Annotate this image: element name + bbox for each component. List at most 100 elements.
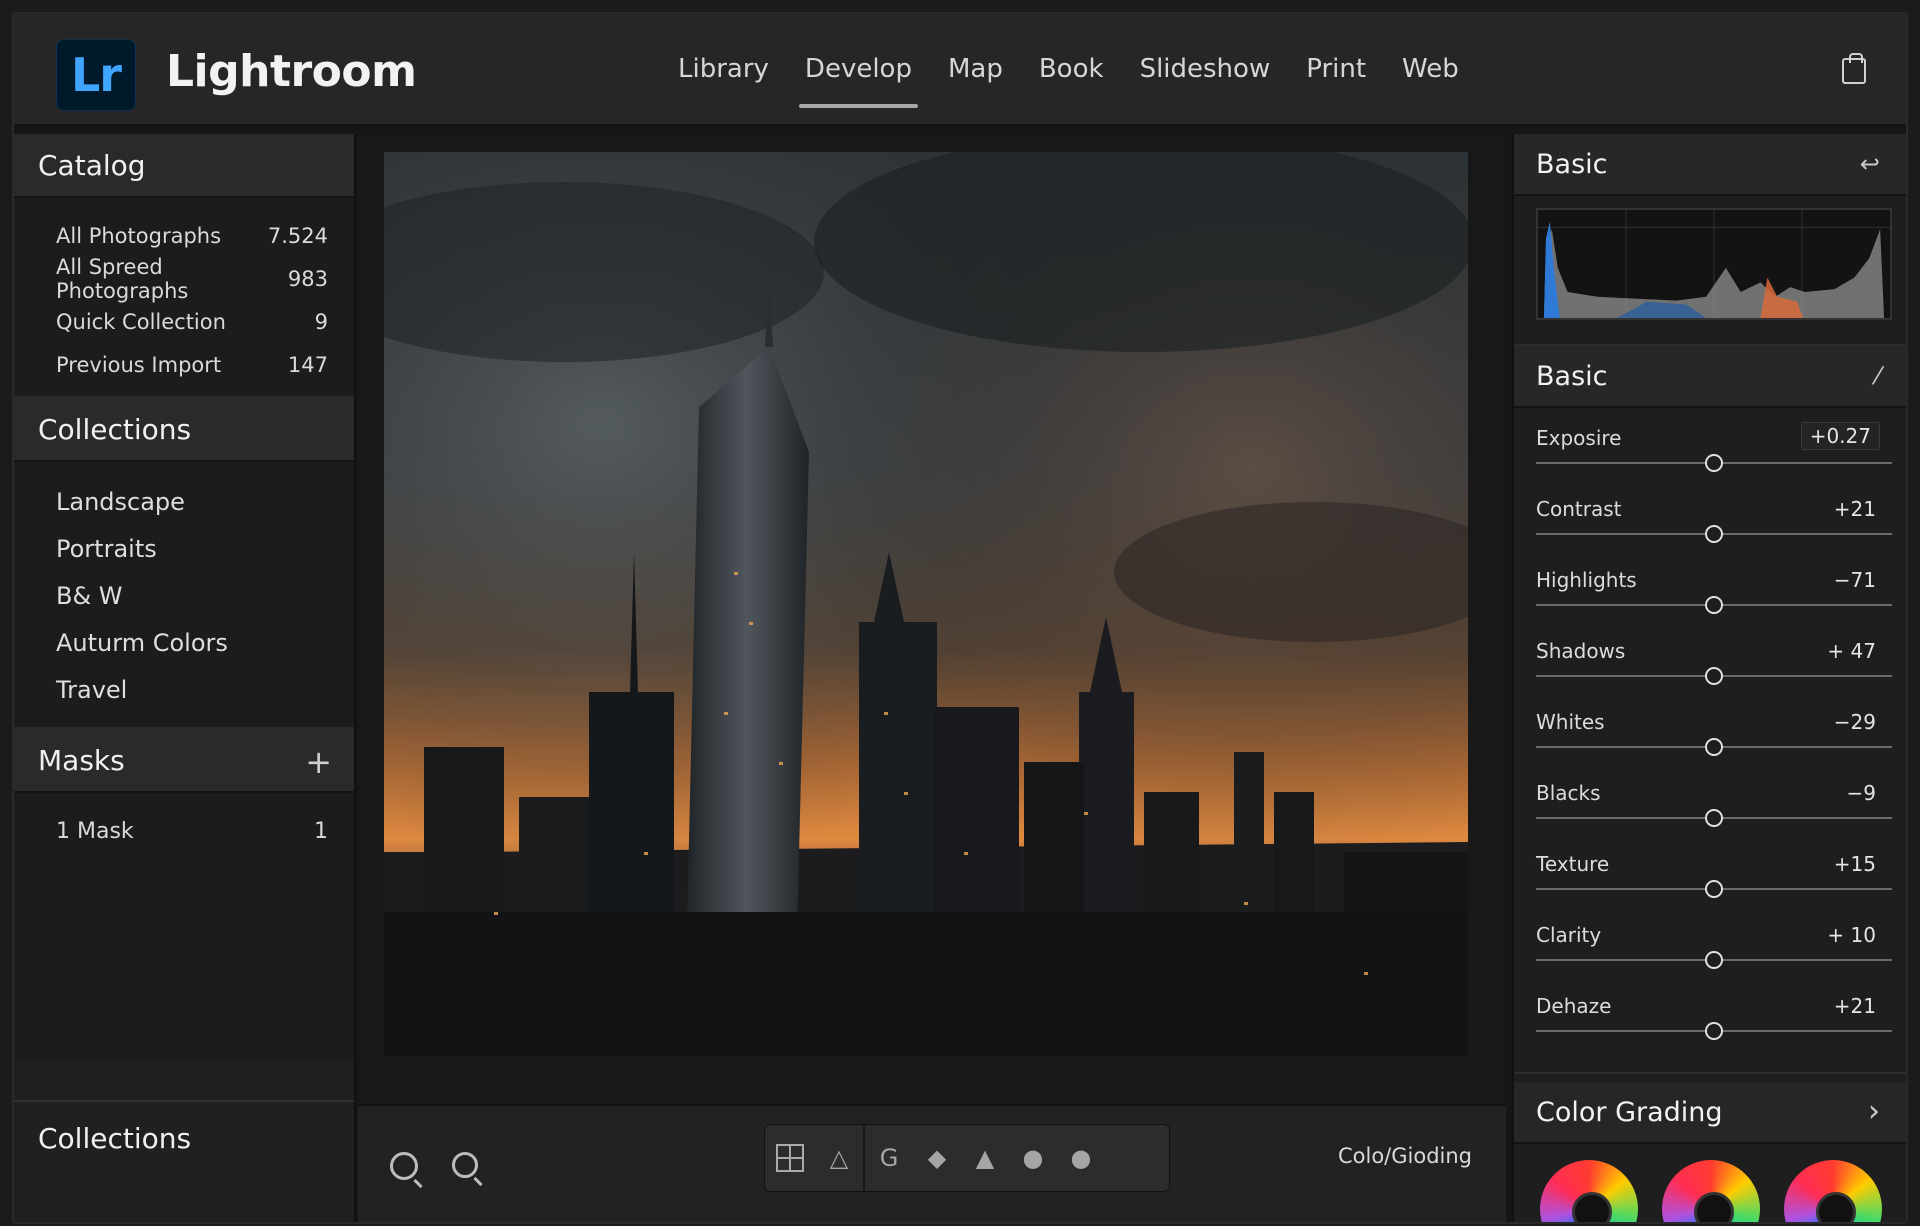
mask-item[interactable]: 1 Mask 1 — [14, 809, 354, 853]
module-print[interactable]: Print — [1306, 54, 1366, 104]
center-workspace: △ G ◆ ▲ ● ● Colo/Gioding — [358, 134, 1506, 1222]
slider-label: Highlights — [1536, 568, 1637, 592]
catalog-item[interactable]: Previous Import 147 — [14, 343, 354, 386]
basic-title: Basic — [1536, 360, 1608, 392]
midtones-color-wheel[interactable] — [1662, 1160, 1760, 1222]
collection-item[interactable]: Travel — [14, 666, 354, 713]
histogram — [1536, 208, 1892, 320]
shopping-bag-icon[interactable] — [1842, 53, 1866, 84]
catalog-item-label: Previous Import — [56, 352, 222, 377]
collection-item[interactable]: Portraits — [14, 525, 354, 572]
slider-value[interactable]: +0.27 — [1800, 422, 1880, 450]
module-slideshow[interactable]: Slideshow — [1140, 54, 1271, 104]
slider-handle[interactable] — [1705, 1022, 1723, 1040]
catalog-item-count: 9 — [314, 309, 328, 334]
slider-value[interactable]: −71 — [1834, 568, 1876, 592]
basic-header[interactable]: Basic ⁄ — [1514, 346, 1906, 408]
slider-handle[interactable] — [1705, 951, 1723, 969]
slider-value[interactable]: −29 — [1834, 710, 1876, 734]
slider-handle[interactable] — [1705, 667, 1723, 685]
histogram-graph — [1538, 210, 1890, 318]
catalog-item[interactable]: All Photographs 7.524 — [14, 214, 354, 257]
masks-list: 1 Mask 1 — [14, 793, 354, 1061]
histogram-header[interactable]: Basic ↩ — [1514, 134, 1906, 196]
presets-tool-button[interactable]: ● — [1057, 1124, 1105, 1192]
city-skyline-photo — [384, 152, 1468, 1056]
slider-handle[interactable] — [1705, 738, 1723, 756]
slider-shadows: Shadows + 47 — [1514, 633, 1906, 704]
slider-blacks: Blacks −9 — [1514, 775, 1906, 846]
module-map[interactable]: Map — [948, 54, 1003, 104]
slider-value[interactable]: +21 — [1834, 497, 1876, 521]
slider-value[interactable]: +15 — [1834, 852, 1876, 876]
slider-value[interactable]: +21 — [1834, 994, 1876, 1018]
module-develop[interactable]: Develop — [798, 54, 919, 108]
slider-value[interactable]: + 47 — [1827, 639, 1876, 663]
slider-dehaze: Dehaze +21 — [1514, 988, 1906, 1059]
color-grading-title: Color Grading — [1536, 1096, 1723, 1128]
catalog-item-label: All Spreed Photographs — [56, 254, 189, 303]
heal-tool-button[interactable]: G — [865, 1124, 913, 1192]
slider-label: Whites — [1536, 710, 1605, 734]
bottom-collections-header[interactable]: Collections — [14, 1100, 354, 1222]
reset-icon[interactable]: ↩ — [1860, 150, 1880, 178]
redeye-tool-button[interactable]: ● — [1009, 1124, 1057, 1192]
slider-handle[interactable] — [1705, 525, 1723, 543]
lightroom-window: Lr Lightroom Library Develop Map Book Sl… — [12, 12, 1908, 1224]
catalog-header[interactable]: Catalog — [14, 134, 354, 198]
slider-handle[interactable] — [1705, 454, 1723, 472]
eye-icon: ● — [1022, 1144, 1044, 1172]
slider-handle[interactable] — [1705, 596, 1723, 614]
histogram-title: Basic — [1536, 148, 1608, 180]
toolbar-label[interactable]: Colo/Gioding — [1338, 1144, 1472, 1168]
module-library[interactable]: Library — [678, 54, 769, 104]
zoom-out-icon[interactable] — [452, 1152, 478, 1178]
color-grading-header[interactable]: Color Grading › — [1514, 1082, 1906, 1144]
grid-icon — [776, 1144, 804, 1172]
edit-pencil-icon[interactable]: ⁄ — [1876, 362, 1880, 390]
module-book[interactable]: Book — [1039, 54, 1104, 104]
catalog-item-count: 7.524 — [267, 223, 328, 248]
collections-title: Collections — [38, 412, 192, 446]
catalog-item-count: 983 — [287, 266, 328, 291]
slider-value[interactable]: + 10 — [1827, 923, 1876, 947]
photo-preview[interactable] — [384, 152, 1468, 1056]
catalog-item[interactable]: All Spreed Photographs 983 — [14, 254, 354, 303]
mountain-icon: ▲ — [975, 1144, 995, 1172]
catalog-item-label: Quick Collection — [56, 309, 226, 334]
module-picker: Library Develop Map Book Slideshow Print… — [678, 54, 1495, 108]
slider-texture: Texture +15 — [1514, 846, 1906, 917]
zoom-in-icon[interactable] — [390, 1152, 418, 1180]
catalog-list: All Photographs 7.524 All Spreed Photogra… — [14, 198, 354, 398]
collections-list: Landscape Portraits B& W Auturm Colors T… — [14, 462, 354, 729]
slider-value[interactable]: −9 — [1847, 781, 1876, 805]
top-bar: Lr Lightroom Library Develop Map Book Sl… — [14, 14, 1906, 126]
slider-label: Texture — [1536, 852, 1610, 876]
slider-label: Dehaze — [1536, 994, 1612, 1018]
highlights-color-wheel[interactable] — [1784, 1160, 1882, 1222]
slider-label: Contrast — [1536, 497, 1622, 521]
slider-handle[interactable] — [1705, 880, 1723, 898]
lr-logo: Lr — [56, 39, 136, 111]
collection-item[interactable]: Landscape — [14, 478, 354, 525]
add-mask-button[interactable]: + — [305, 743, 332, 781]
catalog-item[interactable]: Quick Collection 9 — [14, 300, 354, 343]
chevron-right-icon[interactable]: › — [1868, 1094, 1880, 1129]
brush-tool-button[interactable]: ◆ — [913, 1124, 961, 1192]
collection-item[interactable]: B& W — [14, 572, 354, 619]
collections-header[interactable]: Collections — [14, 398, 354, 462]
collection-item[interactable]: Auturm Colors — [14, 619, 354, 666]
masks-header[interactable]: Masks + — [14, 729, 354, 793]
mask-item-count: 1 — [314, 818, 328, 844]
slider-label: Shadows — [1536, 639, 1626, 663]
shadows-color-wheel[interactable] — [1540, 1160, 1638, 1222]
catalog-title: Catalog — [38, 148, 146, 182]
mask-tool-button[interactable]: ▲ — [961, 1124, 1009, 1192]
slider-contrast: Contrast +21 — [1514, 491, 1906, 562]
balloon-icon: ● — [1070, 1144, 1092, 1172]
slider-handle[interactable] — [1705, 809, 1723, 827]
grid-view-button[interactable] — [765, 1124, 815, 1192]
module-web[interactable]: Web — [1402, 54, 1459, 104]
crop-tool-button[interactable]: △ — [815, 1124, 863, 1192]
catalog-item-count: 147 — [287, 352, 328, 377]
